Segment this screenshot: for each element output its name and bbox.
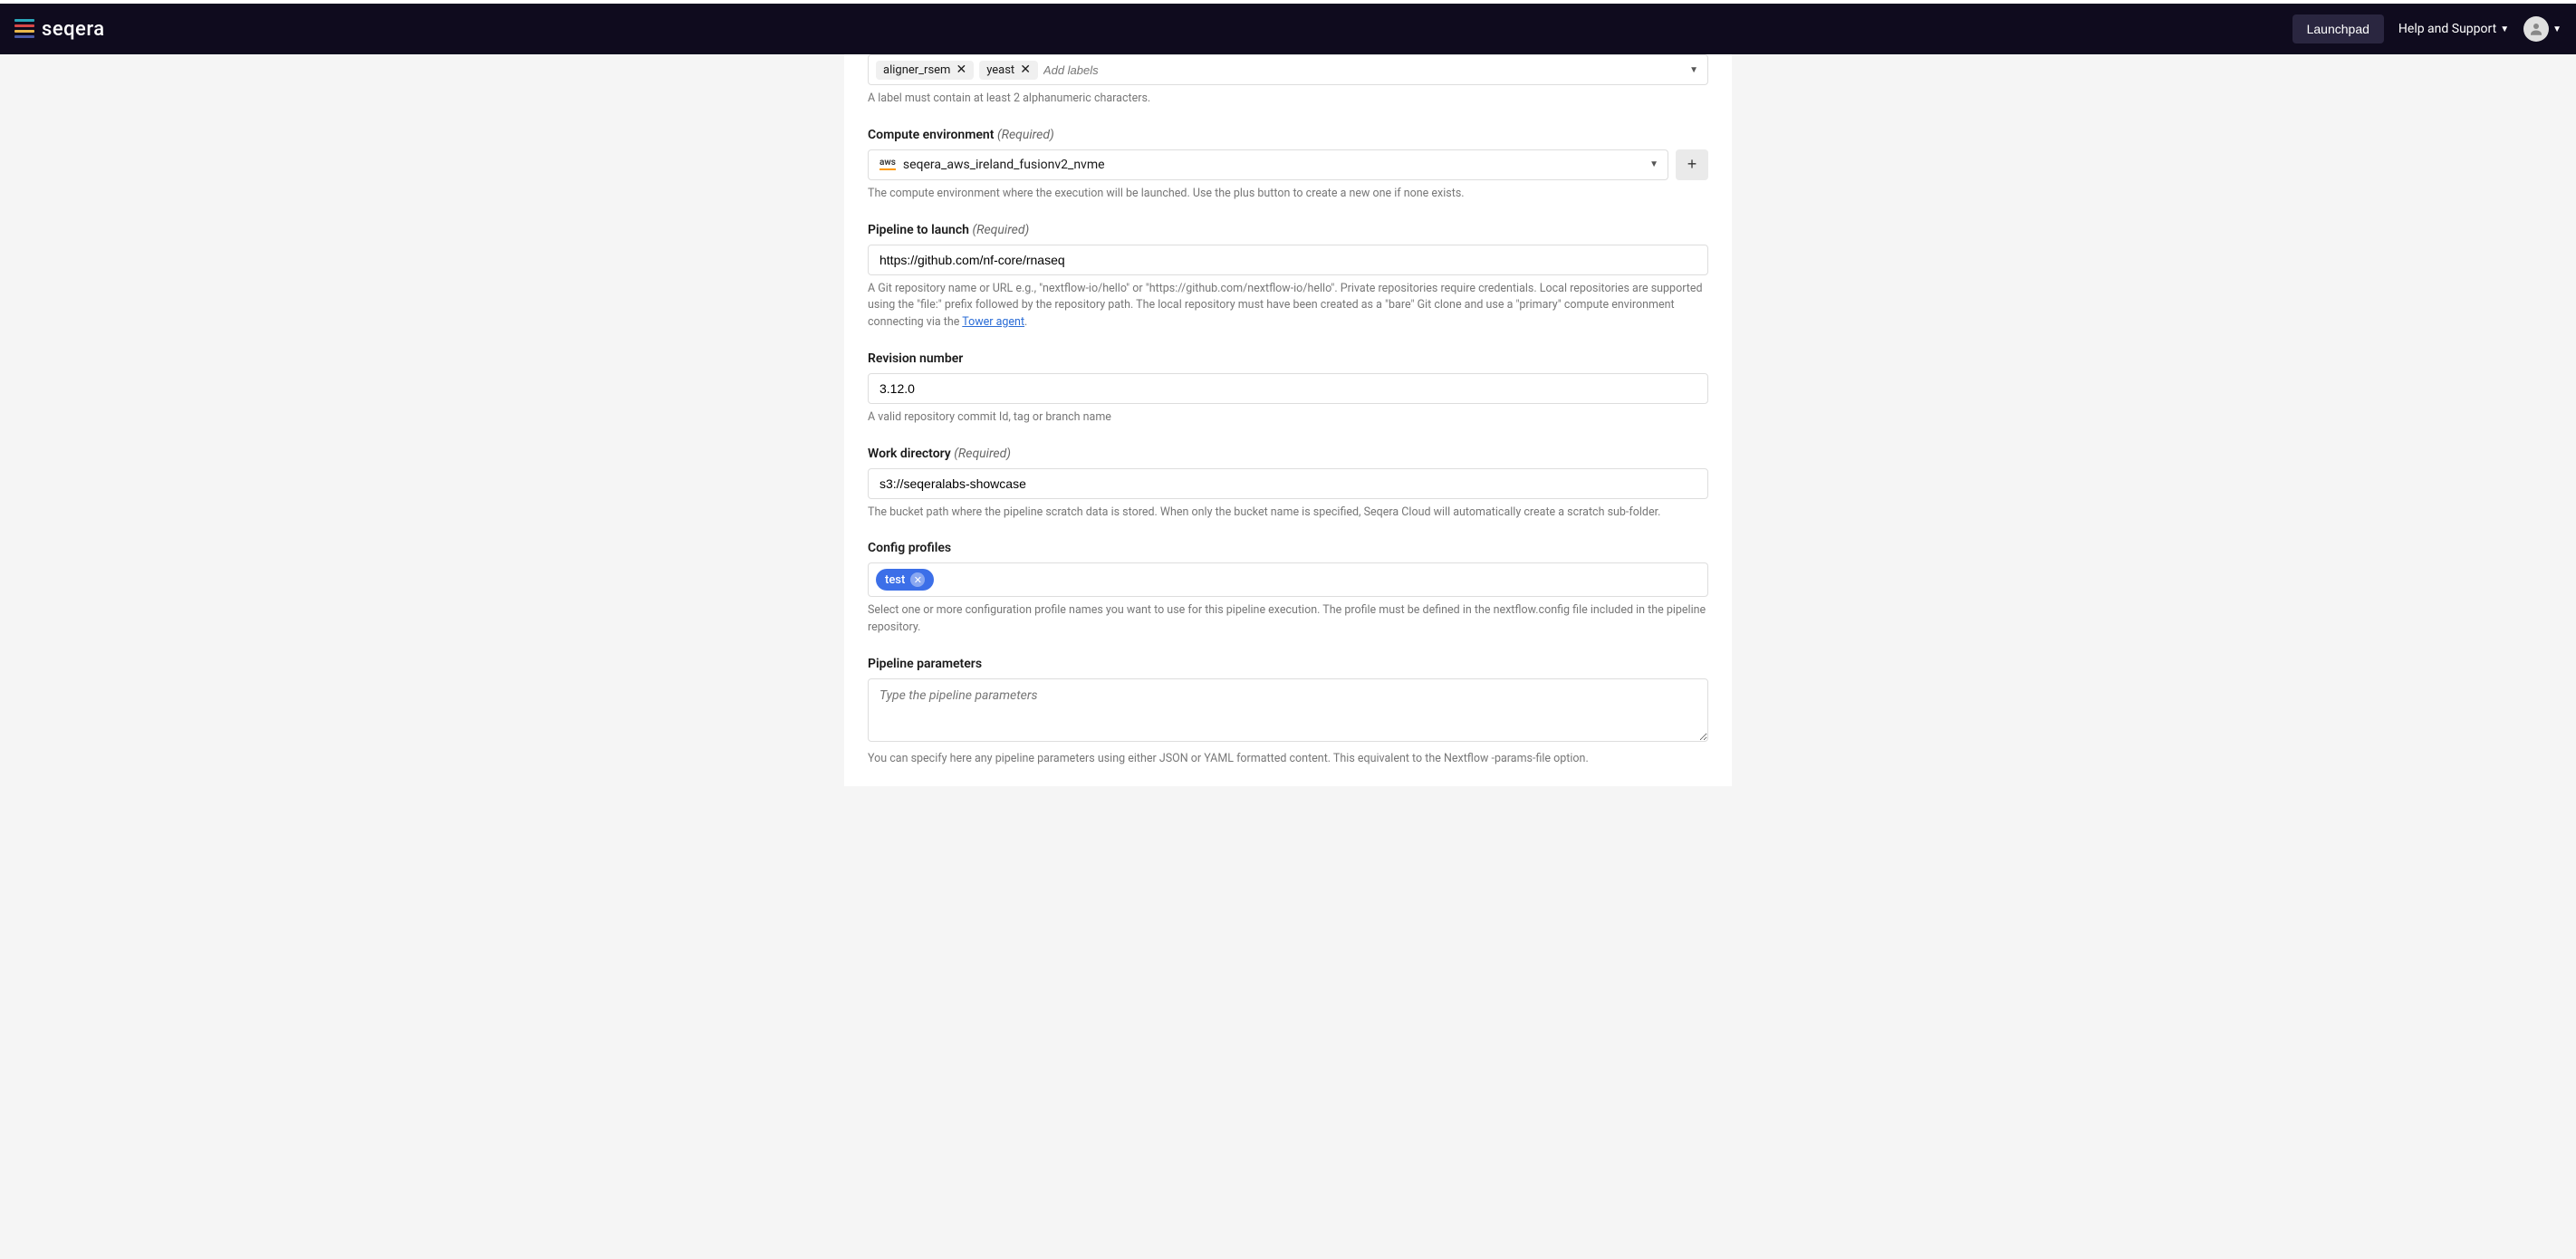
config-profiles-help: Select one or more configuration profile… — [868, 602, 1708, 637]
pipeline-parameters-help: You can specify here any pipeline parame… — [868, 751, 1708, 768]
avatar — [2523, 16, 2549, 42]
close-icon[interactable]: ✕ — [956, 63, 966, 76]
label-chip: aligner_rsem ✕ — [876, 61, 974, 80]
label-chip: yeast ✕ — [979, 61, 1038, 80]
pipeline-to-launch-input[interactable] — [868, 245, 1708, 275]
work-directory-help: The bucket path where the pipeline scrat… — [868, 505, 1708, 522]
help-text-post: . — [1024, 315, 1027, 329]
help-support-label: Help and Support — [2398, 22, 2496, 36]
compute-environment-label: Compute environment (Required) — [868, 128, 1708, 142]
compute-environment-row: aws seqera_aws_ireland_fusionv2_nvme ▼ + — [868, 149, 1708, 180]
work-directory-input[interactable] — [868, 468, 1708, 499]
label-text: Work directory — [868, 447, 951, 461]
required-marker: (Required) — [972, 223, 1029, 237]
compute-environment-group: Compute environment (Required) aws seqer… — [868, 128, 1708, 203]
work-directory-group: Work directory (Required) The bucket pat… — [868, 447, 1708, 522]
pipeline-parameters-label: Pipeline parameters — [868, 657, 1708, 671]
chevron-down-icon: ▼ — [2552, 24, 2562, 34]
pipeline-parameters-group: Pipeline parameters You can specify here… — [868, 657, 1708, 768]
compute-environment-select[interactable]: aws seqera_aws_ireland_fusionv2_nvme ▼ — [868, 149, 1668, 180]
pipeline-help-text: A Git repository name or URL e.g., "next… — [868, 281, 1708, 332]
launchpad-button[interactable]: Launchpad — [2292, 14, 2384, 43]
compute-environment-value: seqera_aws_ireland_fusionv2_nvme — [903, 158, 1105, 172]
profile-chip-text: test — [885, 573, 905, 587]
label-text: Compute environment — [868, 128, 994, 142]
profile-chip: test ✕ — [876, 569, 934, 591]
close-icon[interactable]: ✕ — [910, 572, 925, 587]
work-directory-label: Work directory (Required) — [868, 447, 1708, 461]
add-labels-input[interactable] — [1043, 63, 1700, 77]
revision-number-input[interactable] — [868, 373, 1708, 404]
label-chip-text: aligner_rsem — [883, 63, 950, 77]
revision-number-label: Revision number — [868, 351, 1708, 366]
label-chip-text: yeast — [986, 63, 1014, 77]
main-content: aligner_rsem ✕ yeast ✕ ▼ A label must co… — [0, 54, 2576, 786]
labels-help-text: A label must contain at least 2 alphanum… — [868, 91, 1708, 108]
pipeline-to-launch-group: Pipeline to launch (Required) A Git repo… — [868, 223, 1708, 332]
config-profiles-group: Config profiles test ✕ Select one or mor… — [868, 541, 1708, 637]
pipeline-parameters-textarea[interactable] — [868, 678, 1708, 742]
revision-help-text: A valid repository commit Id, tag or bra… — [868, 409, 1708, 427]
chevron-down-icon[interactable]: ▼ — [1689, 65, 1698, 75]
label-text: Pipeline to launch — [868, 223, 969, 237]
required-marker: (Required) — [997, 128, 1054, 142]
chevron-down-icon: ▼ — [1649, 159, 1658, 169]
compute-environment-help: The compute environment where the execut… — [868, 186, 1708, 203]
aws-icon: aws — [879, 159, 896, 170]
help-support-menu[interactable]: Help and Support ▼ — [2398, 22, 2509, 36]
config-profiles-input[interactable]: test ✕ — [868, 562, 1708, 597]
pipeline-to-launch-label: Pipeline to launch (Required) — [868, 223, 1708, 237]
tower-agent-link[interactable]: Tower agent — [962, 315, 1024, 329]
header-right: Launchpad Help and Support ▼ ▼ — [2292, 14, 2562, 43]
form-card: aligner_rsem ✕ yeast ✕ ▼ A label must co… — [844, 54, 1732, 786]
revision-number-group: Revision number A valid repository commi… — [868, 351, 1708, 427]
close-icon[interactable]: ✕ — [1020, 63, 1031, 76]
app-header: seqera Launchpad Help and Support ▼ ▼ — [0, 4, 2576, 54]
chevron-down-icon: ▼ — [2500, 24, 2509, 34]
labels-input[interactable]: aligner_rsem ✕ yeast ✕ ▼ — [868, 54, 1708, 85]
brand-logo[interactable]: seqera — [14, 18, 105, 41]
brand-name: seqera — [42, 18, 105, 41]
logo-icon — [14, 19, 34, 39]
config-profiles-label: Config profiles — [868, 541, 1708, 555]
add-compute-environment-button[interactable]: + — [1676, 149, 1708, 180]
user-menu[interactable]: ▼ — [2523, 16, 2562, 42]
required-marker: (Required) — [954, 447, 1011, 461]
